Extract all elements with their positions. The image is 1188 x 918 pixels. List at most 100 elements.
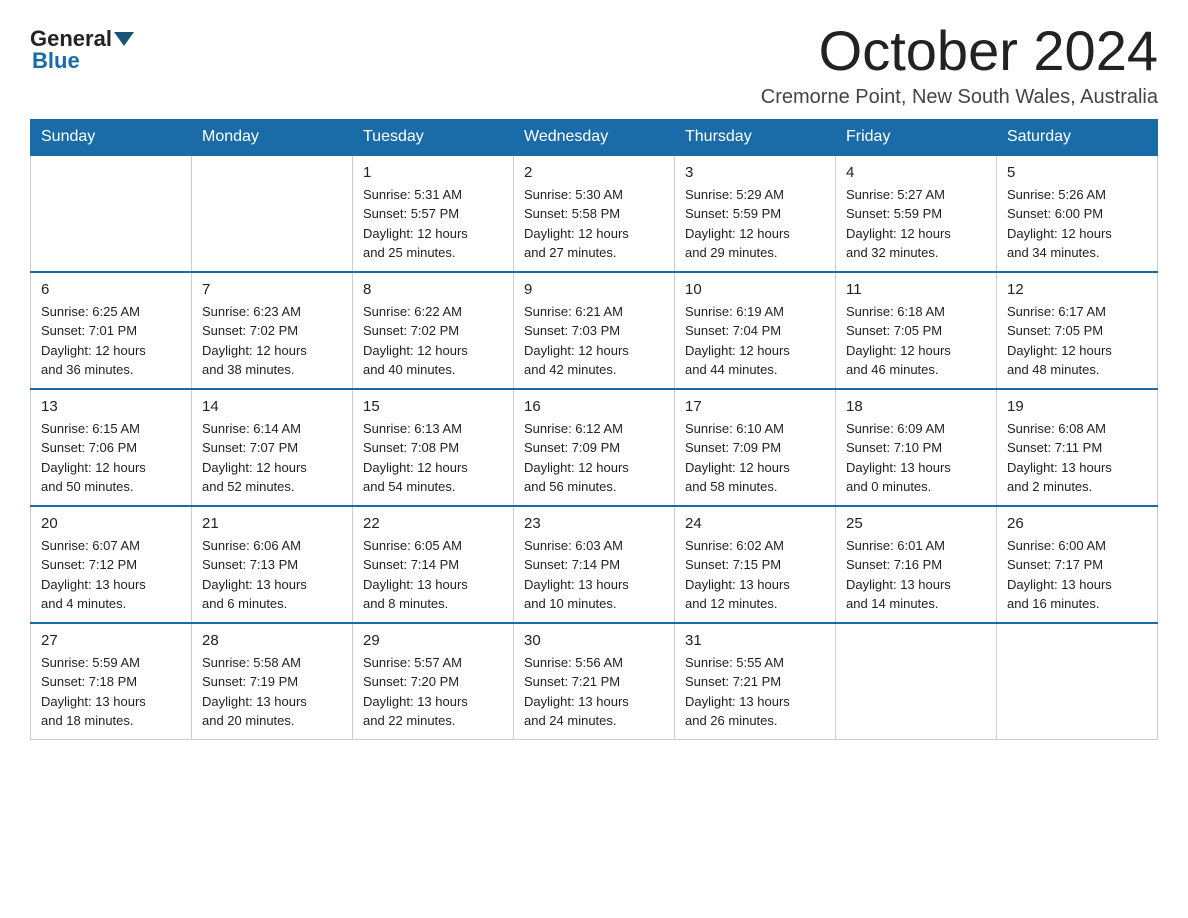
- day-number: 30: [524, 632, 664, 649]
- calendar-cell: 15 Sunrise: 6:13 AM Sunset: 7:08 PM Dayli…: [353, 389, 514, 506]
- calendar-day-header: Thursday: [675, 119, 836, 155]
- calendar-cell: 31 Sunrise: 5:55 AM Sunset: 7:21 PM Dayli…: [675, 623, 836, 740]
- calendar-cell: [192, 155, 353, 272]
- calendar-cell: 17Sunrise: 6:10 AM Sunset: 7:09 PM Dayli…: [675, 389, 836, 506]
- day-number: 2: [524, 164, 664, 181]
- day-number: 3: [685, 164, 825, 181]
- day-number: 26: [1007, 515, 1147, 532]
- calendar-cell: 4 Sunrise: 5:27 AM Sunset: 5:59 PM Daylig…: [836, 155, 997, 272]
- calendar-table: SundayMondayTuesdayWednesdayThursdayFrid…: [30, 119, 1158, 740]
- day-info: Sunrise: 5:57 AM Sunset: 7:20 PM Dayligh…: [363, 653, 503, 731]
- logo-arrow-icon: [114, 32, 134, 46]
- day-number: 25: [846, 515, 986, 532]
- day-number: 4: [846, 164, 986, 181]
- month-title: October 2024: [761, 20, 1158, 82]
- calendar-body: 1 Sunrise: 5:31 AM Sunset: 5:57 PM Daylig…: [31, 155, 1158, 740]
- day-info: Sunrise: 6:21 AM Sunset: 7:03 PM Dayligh…: [524, 302, 664, 380]
- day-info: Sunrise: 5:26 AM Sunset: 6:00 PM Dayligh…: [1007, 185, 1147, 263]
- calendar-header: SundayMondayTuesdayWednesdayThursdayFrid…: [31, 119, 1158, 155]
- day-number: 20: [41, 515, 181, 532]
- day-info: Sunrise: 6:02 AM Sunset: 7:15 PM Dayligh…: [685, 536, 825, 614]
- calendar-cell: 2 Sunrise: 5:30 AM Sunset: 5:58 PM Daylig…: [514, 155, 675, 272]
- day-info: Sunrise: 6:13 AM Sunset: 7:08 PM Dayligh…: [363, 419, 503, 497]
- calendar-week-row: 13 Sunrise: 6:15 AM Sunset: 7:06 PM Dayli…: [31, 389, 1158, 506]
- calendar-cell: 26 Sunrise: 6:00 AM Sunset: 7:17 PM Dayli…: [997, 506, 1158, 623]
- day-number: 24: [685, 515, 825, 532]
- calendar-day-header: Wednesday: [514, 119, 675, 155]
- day-number: 13: [41, 398, 181, 415]
- day-info: Sunrise: 5:59 AM Sunset: 7:18 PM Dayligh…: [41, 653, 181, 731]
- day-info: Sunrise: 5:56 AM Sunset: 7:21 PM Dayligh…: [524, 653, 664, 731]
- day-info: Sunrise: 5:30 AM Sunset: 5:58 PM Dayligh…: [524, 185, 664, 263]
- day-info: Sunrise: 5:27 AM Sunset: 5:59 PM Dayligh…: [846, 185, 986, 263]
- day-info: Sunrise: 6:05 AM Sunset: 7:14 PM Dayligh…: [363, 536, 503, 614]
- day-info: Sunrise: 6:19 AM Sunset: 7:04 PM Dayligh…: [685, 302, 825, 380]
- day-number: 8: [363, 281, 503, 298]
- calendar-week-row: 20Sunrise: 6:07 AM Sunset: 7:12 PM Dayli…: [31, 506, 1158, 623]
- calendar-day-header: Friday: [836, 119, 997, 155]
- logo-blue-text: Blue: [30, 48, 80, 74]
- calendar-cell: 18 Sunrise: 6:09 AM Sunset: 7:10 PM Dayli…: [836, 389, 997, 506]
- calendar-cell: 25Sunrise: 6:01 AM Sunset: 7:16 PM Dayli…: [836, 506, 997, 623]
- calendar-cell: 5 Sunrise: 5:26 AM Sunset: 6:00 PM Daylig…: [997, 155, 1158, 272]
- day-number: 16: [524, 398, 664, 415]
- day-number: 9: [524, 281, 664, 298]
- day-info: Sunrise: 6:14 AM Sunset: 7:07 PM Dayligh…: [202, 419, 342, 497]
- day-number: 21: [202, 515, 342, 532]
- calendar-cell: 30 Sunrise: 5:56 AM Sunset: 7:21 PM Dayli…: [514, 623, 675, 740]
- day-number: 28: [202, 632, 342, 649]
- calendar-cell: 24 Sunrise: 6:02 AM Sunset: 7:15 PM Dayli…: [675, 506, 836, 623]
- day-info: Sunrise: 5:29 AM Sunset: 5:59 PM Dayligh…: [685, 185, 825, 263]
- calendar-cell: 7Sunrise: 6:23 AM Sunset: 7:02 PM Daylig…: [192, 272, 353, 389]
- calendar-cell: 22 Sunrise: 6:05 AM Sunset: 7:14 PM Dayli…: [353, 506, 514, 623]
- page-header: General Blue October 2024 Cremorne Point…: [30, 20, 1158, 109]
- calendar-day-header: Saturday: [997, 119, 1158, 155]
- day-number: 1: [363, 164, 503, 181]
- day-number: 31: [685, 632, 825, 649]
- day-number: 18: [846, 398, 986, 415]
- calendar-cell: 19 Sunrise: 6:08 AM Sunset: 7:11 PM Dayli…: [997, 389, 1158, 506]
- title-section: October 2024 Cremorne Point, New South W…: [761, 20, 1158, 109]
- calendar-cell: 6Sunrise: 6:25 AM Sunset: 7:01 PM Daylig…: [31, 272, 192, 389]
- calendar-cell: [997, 623, 1158, 740]
- calendar-cell: 20Sunrise: 6:07 AM Sunset: 7:12 PM Dayli…: [31, 506, 192, 623]
- day-info: Sunrise: 5:55 AM Sunset: 7:21 PM Dayligh…: [685, 653, 825, 731]
- day-info: Sunrise: 5:31 AM Sunset: 5:57 PM Dayligh…: [363, 185, 503, 263]
- calendar-cell: 14 Sunrise: 6:14 AM Sunset: 7:07 PM Dayli…: [192, 389, 353, 506]
- day-number: 10: [685, 281, 825, 298]
- day-info: Sunrise: 6:08 AM Sunset: 7:11 PM Dayligh…: [1007, 419, 1147, 497]
- calendar-cell: 8Sunrise: 6:22 AM Sunset: 7:02 PM Daylig…: [353, 272, 514, 389]
- day-info: Sunrise: 6:00 AM Sunset: 7:17 PM Dayligh…: [1007, 536, 1147, 614]
- logo: General Blue: [30, 20, 136, 74]
- day-info: Sunrise: 5:58 AM Sunset: 7:19 PM Dayligh…: [202, 653, 342, 731]
- day-number: 22: [363, 515, 503, 532]
- day-info: Sunrise: 6:06 AM Sunset: 7:13 PM Dayligh…: [202, 536, 342, 614]
- calendar-cell: 27Sunrise: 5:59 AM Sunset: 7:18 PM Dayli…: [31, 623, 192, 740]
- day-info: Sunrise: 6:18 AM Sunset: 7:05 PM Dayligh…: [846, 302, 986, 380]
- day-number: 19: [1007, 398, 1147, 415]
- day-info: Sunrise: 6:17 AM Sunset: 7:05 PM Dayligh…: [1007, 302, 1147, 380]
- calendar-cell: 10 Sunrise: 6:19 AM Sunset: 7:04 PM Dayli…: [675, 272, 836, 389]
- day-number: 23: [524, 515, 664, 532]
- calendar-day-header: Sunday: [31, 119, 192, 155]
- calendar-week-row: 6Sunrise: 6:25 AM Sunset: 7:01 PM Daylig…: [31, 272, 1158, 389]
- calendar-week-row: 27Sunrise: 5:59 AM Sunset: 7:18 PM Dayli…: [31, 623, 1158, 740]
- location-title: Cremorne Point, New South Wales, Austral…: [761, 86, 1158, 109]
- day-info: Sunrise: 6:09 AM Sunset: 7:10 PM Dayligh…: [846, 419, 986, 497]
- calendar-day-header: Monday: [192, 119, 353, 155]
- day-info: Sunrise: 6:15 AM Sunset: 7:06 PM Dayligh…: [41, 419, 181, 497]
- day-number: 15: [363, 398, 503, 415]
- day-number: 29: [363, 632, 503, 649]
- calendar-day-header: Tuesday: [353, 119, 514, 155]
- day-number: 5: [1007, 164, 1147, 181]
- day-number: 7: [202, 281, 342, 298]
- calendar-cell: 16Sunrise: 6:12 AM Sunset: 7:09 PM Dayli…: [514, 389, 675, 506]
- day-number: 14: [202, 398, 342, 415]
- calendar-cell: 23 Sunrise: 6:03 AM Sunset: 7:14 PM Dayli…: [514, 506, 675, 623]
- day-number: 12: [1007, 281, 1147, 298]
- calendar-cell: 21 Sunrise: 6:06 AM Sunset: 7:13 PM Dayli…: [192, 506, 353, 623]
- day-info: Sunrise: 6:03 AM Sunset: 7:14 PM Dayligh…: [524, 536, 664, 614]
- day-info: Sunrise: 6:10 AM Sunset: 7:09 PM Dayligh…: [685, 419, 825, 497]
- calendar-cell: [836, 623, 997, 740]
- calendar-week-row: 1 Sunrise: 5:31 AM Sunset: 5:57 PM Daylig…: [31, 155, 1158, 272]
